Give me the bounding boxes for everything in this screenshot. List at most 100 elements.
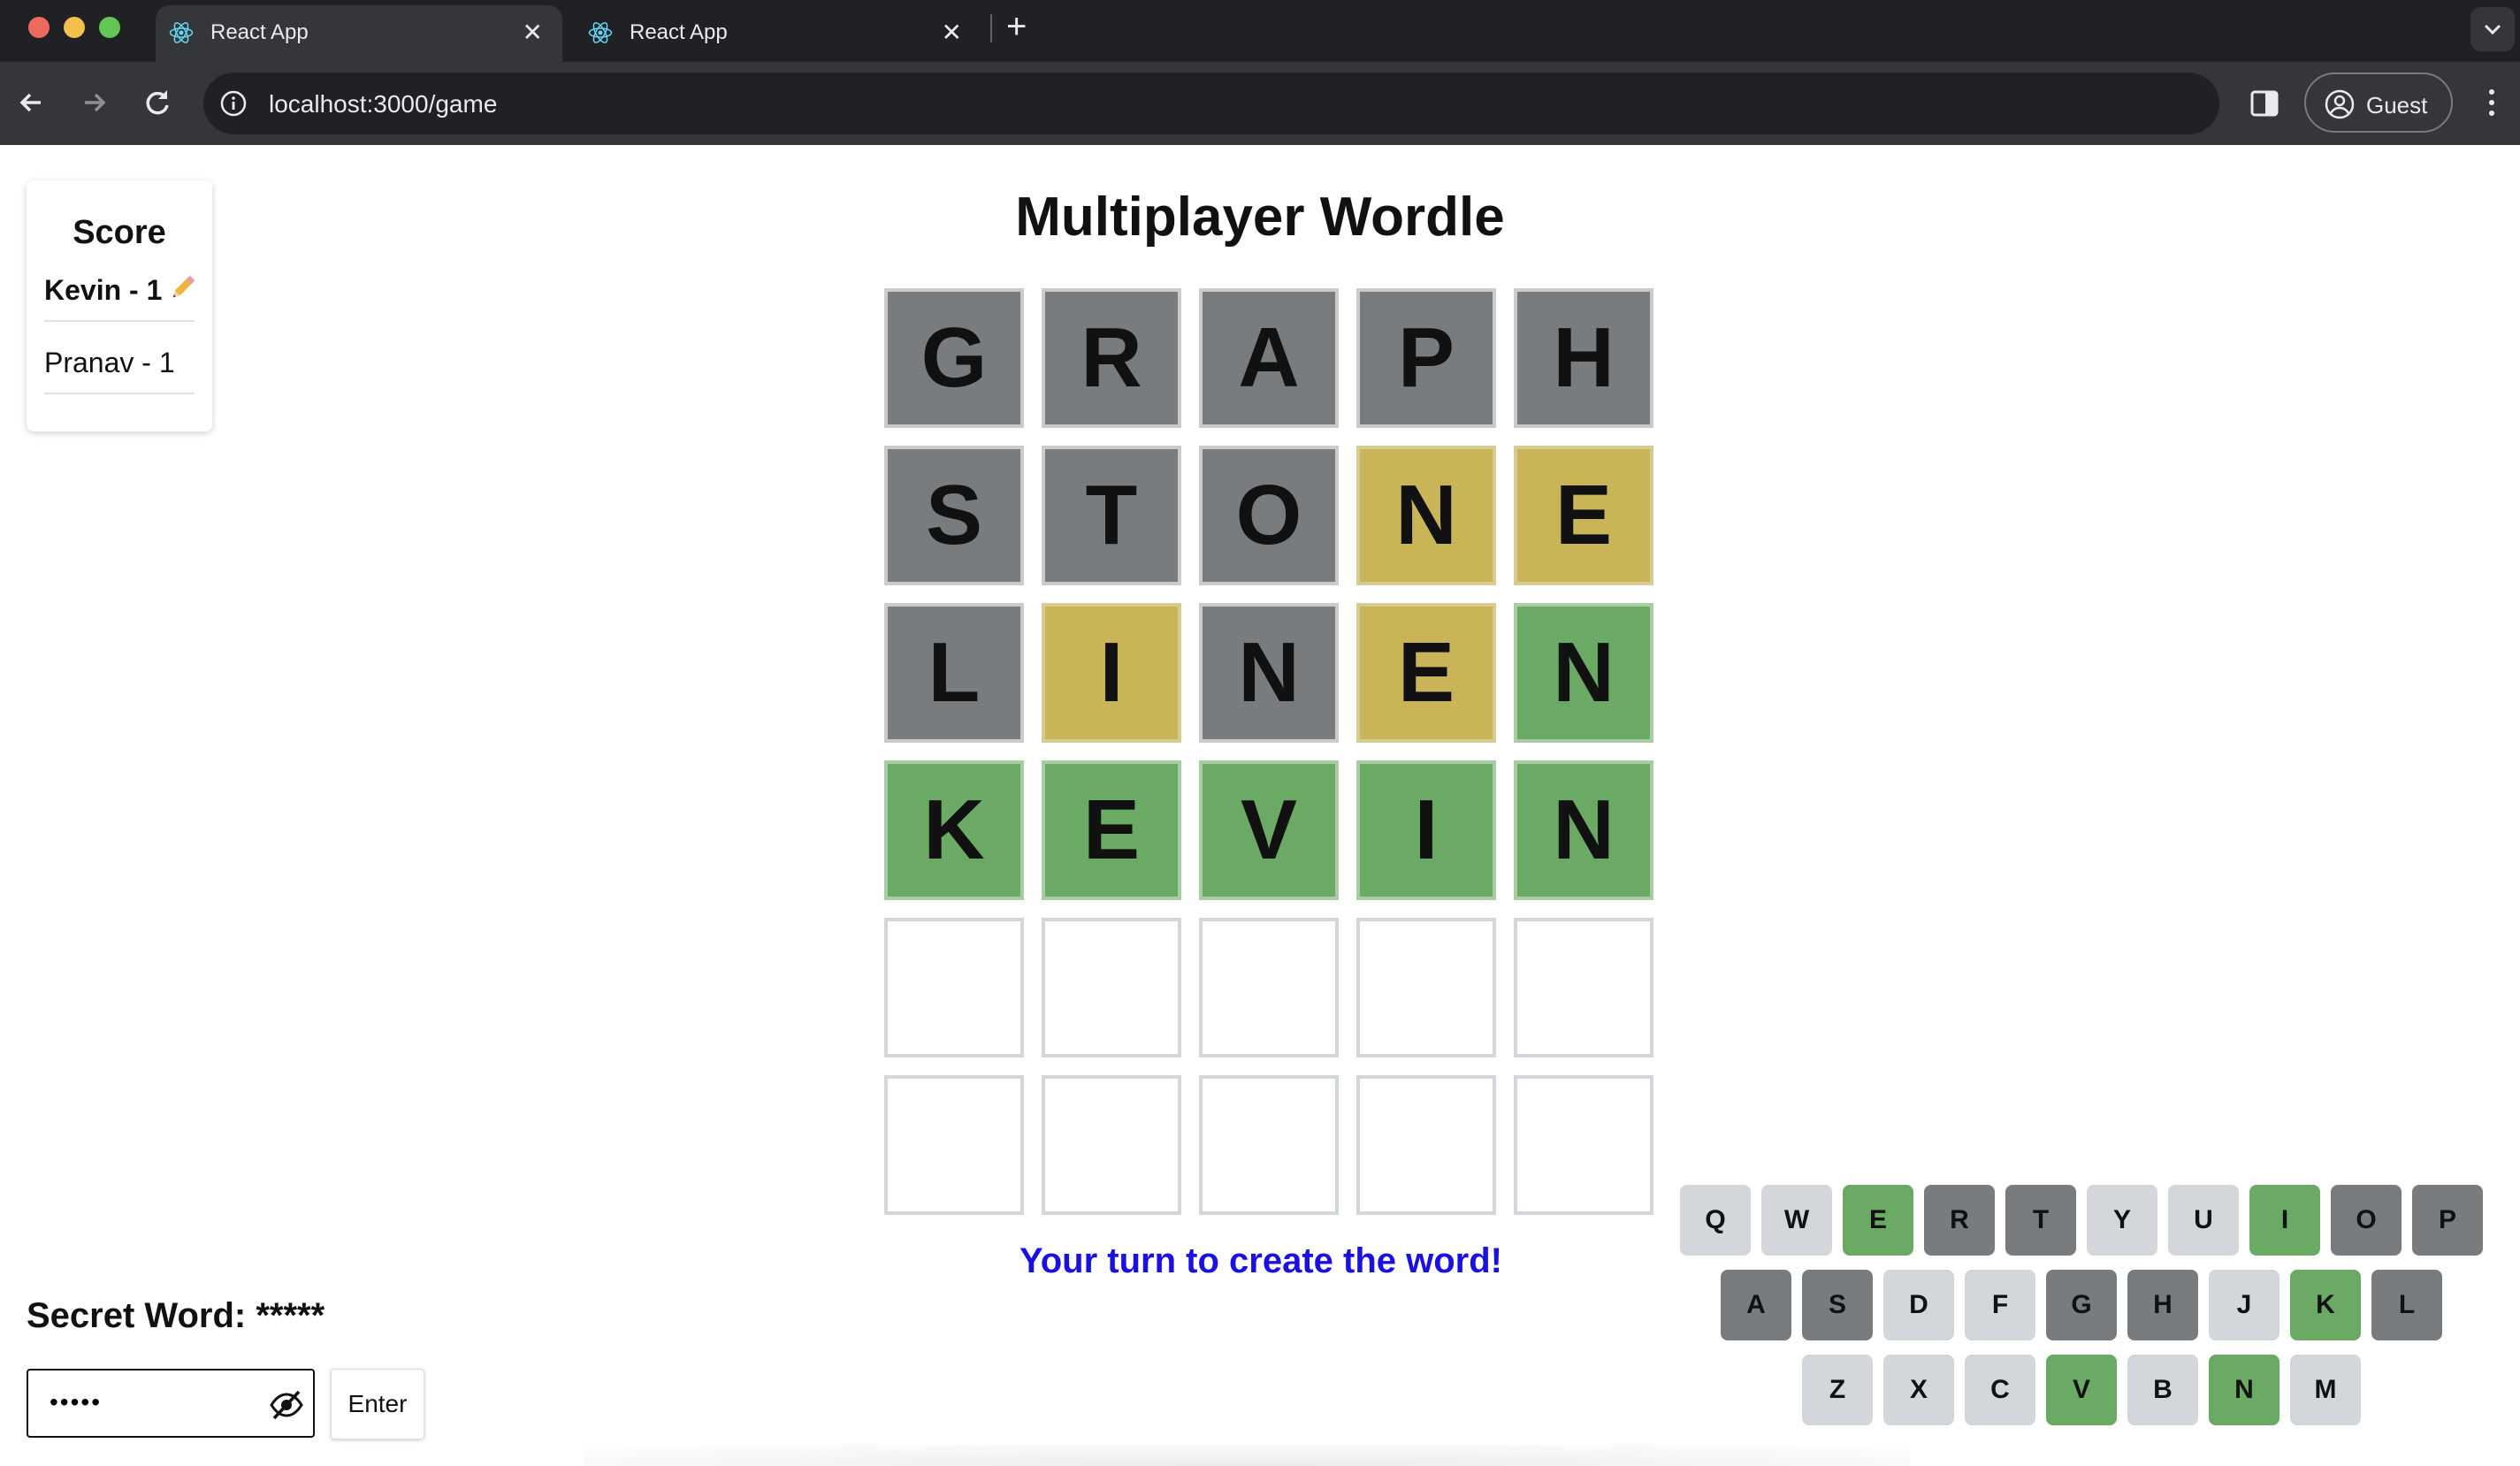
letter-tile bbox=[1356, 1075, 1496, 1215]
letter-tile bbox=[1514, 918, 1653, 1058]
side-panel-icon[interactable] bbox=[2249, 88, 2279, 118]
window-maximize-button[interactable] bbox=[99, 17, 120, 38]
react-logo-icon bbox=[588, 22, 613, 43]
page-shadow bbox=[584, 1445, 1910, 1466]
key-c[interactable]: C bbox=[1965, 1355, 2035, 1425]
letter-tile: N bbox=[1514, 760, 1653, 900]
back-arrow-icon[interactable] bbox=[11, 81, 53, 124]
letter-tile bbox=[884, 918, 1024, 1058]
letter-tile bbox=[1514, 1075, 1653, 1215]
letter-tile: N bbox=[1356, 446, 1496, 585]
key-y[interactable]: Y bbox=[2087, 1185, 2157, 1256]
address-bar[interactable]: localhost:3000/game bbox=[203, 73, 2219, 134]
letter-tile: R bbox=[1042, 288, 1181, 428]
letter-tile: A bbox=[1199, 288, 1339, 428]
secret-word-input[interactable]: ••••• bbox=[27, 1369, 315, 1438]
letter-tile: H bbox=[1514, 288, 1653, 428]
chevron-down-icon bbox=[2484, 24, 2501, 35]
browser-tab-inactive[interactable]: React App ✕ bbox=[575, 5, 981, 62]
tab-search-button[interactable] bbox=[2470, 7, 2515, 51]
key-v[interactable]: V bbox=[2046, 1355, 2117, 1425]
letter-tile bbox=[884, 1075, 1024, 1215]
letter-tile: I bbox=[1042, 603, 1181, 743]
key-p[interactable]: P bbox=[2412, 1185, 2483, 1256]
profile-icon bbox=[2325, 89, 2355, 119]
pencil-icon bbox=[172, 275, 195, 298]
on-screen-keyboard: QWERTYUIOP ASDFGHJKL ZXCVBNM bbox=[1680, 1185, 2493, 1450]
status-message: Your turn to create the word! bbox=[1019, 1241, 1502, 1280]
letter-tile: P bbox=[1356, 288, 1496, 428]
game-title: Multiplayer Wordle bbox=[1015, 187, 1505, 248]
letter-tile: V bbox=[1199, 760, 1339, 900]
key-a[interactable]: A bbox=[1721, 1270, 1791, 1340]
key-u[interactable]: U bbox=[2168, 1185, 2239, 1256]
letter-tile: E bbox=[1356, 603, 1496, 743]
key-n[interactable]: N bbox=[2209, 1355, 2279, 1425]
react-logo-icon bbox=[169, 22, 194, 43]
key-k[interactable]: K bbox=[2290, 1270, 2361, 1340]
letter-tile: I bbox=[1356, 760, 1496, 900]
key-r[interactable]: R bbox=[1924, 1185, 1995, 1256]
key-g[interactable]: G bbox=[2046, 1270, 2117, 1340]
key-i[interactable]: I bbox=[2249, 1185, 2320, 1256]
letter-tile bbox=[1356, 918, 1496, 1058]
key-o[interactable]: O bbox=[2331, 1185, 2402, 1256]
game-page: Score Kevin - 1 Pranav - 1 Multiplayer W… bbox=[0, 145, 2520, 1466]
url-text: localhost:3000/game bbox=[269, 90, 498, 118]
letter-tile: O bbox=[1199, 446, 1339, 585]
letter-tile: L bbox=[884, 603, 1024, 743]
profile-label: Guest bbox=[2366, 92, 2428, 118]
player-score: Pranav - 1 bbox=[44, 347, 175, 378]
letter-tile bbox=[1042, 1075, 1181, 1215]
key-h[interactable]: H bbox=[2127, 1270, 2198, 1340]
letter-tile bbox=[1199, 1075, 1339, 1215]
window-close-button[interactable] bbox=[28, 17, 50, 38]
letter-tile: K bbox=[884, 760, 1024, 900]
key-j[interactable]: J bbox=[2209, 1270, 2279, 1340]
tab-separator bbox=[990, 14, 992, 42]
site-info-icon[interactable] bbox=[219, 89, 248, 118]
score-row: Kevin - 1 bbox=[44, 251, 195, 322]
guess-grid: GRAPHSTONELINENKEVIN bbox=[884, 288, 1655, 1218]
key-m[interactable]: M bbox=[2290, 1355, 2361, 1425]
guest-profile-button[interactable]: Guest bbox=[2304, 73, 2453, 133]
letter-tile: G bbox=[884, 288, 1024, 428]
forward-arrow-icon[interactable] bbox=[73, 81, 115, 124]
letter-tile bbox=[1042, 918, 1181, 1058]
browser-tab-bar: React App ✕ React App ✕ + bbox=[0, 0, 2520, 62]
reload-icon[interactable] bbox=[136, 81, 179, 124]
more-options-icon[interactable] bbox=[2481, 85, 2502, 120]
enter-button[interactable]: Enter bbox=[331, 1369, 424, 1439]
letter-tile: E bbox=[1042, 760, 1181, 900]
window-minimize-button[interactable] bbox=[64, 17, 85, 38]
secret-word-value: ••••• bbox=[50, 1388, 103, 1416]
key-x[interactable]: X bbox=[1883, 1355, 1954, 1425]
score-row: Pranav - 1 bbox=[44, 324, 195, 394]
letter-tile: T bbox=[1042, 446, 1181, 585]
letter-tile: S bbox=[884, 446, 1024, 585]
key-w[interactable]: W bbox=[1761, 1185, 1832, 1256]
key-s[interactable]: S bbox=[1802, 1270, 1873, 1340]
letter-tile: N bbox=[1514, 603, 1653, 743]
letter-tile bbox=[1199, 918, 1339, 1058]
key-z[interactable]: Z bbox=[1802, 1355, 1873, 1425]
tab-close-icon[interactable]: ✕ bbox=[523, 18, 543, 47]
new-tab-icon[interactable]: + bbox=[1006, 7, 1027, 47]
key-e[interactable]: E bbox=[1843, 1185, 1913, 1256]
tab-title: React App bbox=[210, 20, 309, 44]
browser-toolbar: localhost:3000/game Guest bbox=[0, 62, 2520, 145]
key-q[interactable]: Q bbox=[1680, 1185, 1751, 1256]
letter-tile: E bbox=[1514, 446, 1653, 585]
browser-tab-active[interactable]: React App ✕ bbox=[156, 5, 562, 62]
letter-tile: N bbox=[1199, 603, 1339, 743]
key-d[interactable]: D bbox=[1883, 1270, 1954, 1340]
key-b[interactable]: B bbox=[2127, 1355, 2198, 1425]
key-l[interactable]: L bbox=[2371, 1270, 2442, 1340]
key-t[interactable]: T bbox=[2005, 1185, 2076, 1256]
player-score: Kevin - 1 bbox=[44, 274, 163, 306]
tab-title: React App bbox=[630, 20, 728, 44]
tab-close-icon[interactable]: ✕ bbox=[942, 18, 962, 47]
key-f[interactable]: F bbox=[1965, 1270, 2035, 1340]
eye-slash-icon[interactable] bbox=[269, 1388, 304, 1422]
secret-word-label: Secret Word: ***** bbox=[27, 1296, 325, 1335]
